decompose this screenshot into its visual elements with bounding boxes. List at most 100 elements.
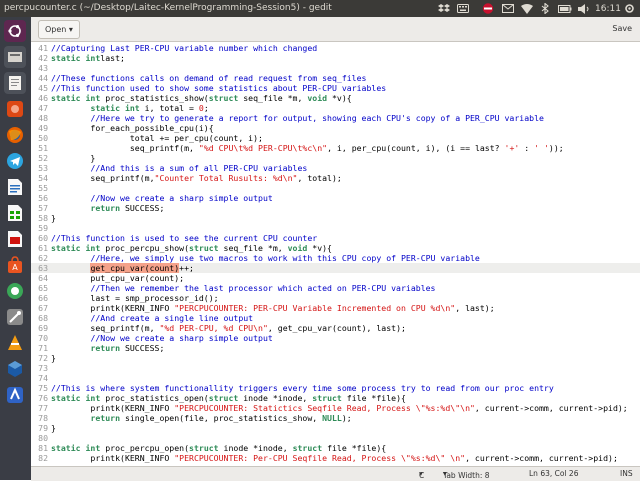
- code-line[interactable]: 46 static int proc_statistics_show(struct…: [31, 93, 640, 103]
- code-line[interactable]: 77 printk(KERN_INFO "PERCPUCOUNTER: Stat…: [31, 403, 640, 413]
- code-line[interactable]: 75//This is where system functionallity …: [31, 383, 640, 393]
- code-token: , last);: [455, 303, 495, 313]
- keyboard-icon[interactable]: [456, 1, 470, 16]
- code-line[interactable]: 63 get_cpu_var(count)++;: [31, 263, 640, 273]
- code-line[interactable]: 45//This function used to show some stat…: [31, 83, 640, 93]
- code-text: seq_printf(m, "%d CPU\t%d PER-CPU\t%c\n"…: [51, 143, 564, 153]
- power-gear-icon[interactable]: [622, 1, 636, 16]
- code-line[interactable]: 44//These functions calls on demand of r…: [31, 73, 640, 83]
- code-token: return: [90, 343, 121, 353]
- files-icon[interactable]: [4, 46, 26, 68]
- calc-icon[interactable]: [4, 202, 26, 224]
- writer-icon[interactable]: [4, 176, 26, 198]
- code-line[interactable]: 73: [31, 363, 640, 373]
- code-line[interactable]: 79}: [31, 423, 640, 433]
- software-center-icon[interactable]: A: [4, 254, 26, 276]
- svg-text:A: A: [12, 263, 18, 272]
- code-line[interactable]: 53 //And this is a sum of all PER-CPU va…: [31, 163, 640, 173]
- line-number: 63: [38, 263, 48, 273]
- vlc-icon[interactable]: [4, 332, 26, 354]
- top-panel: percpucounter.c (~/Desktop/Laitec-Kernel…: [0, 0, 640, 17]
- code-token: //These functions calls on demand of rea…: [51, 73, 367, 83]
- bluetooth-icon[interactable]: [538, 1, 552, 16]
- code-token: for_each_possible_cpu(i){: [51, 123, 214, 133]
- launcher: A: [0, 17, 31, 480]
- code-line[interactable]: 55: [31, 183, 640, 193]
- code-line[interactable]: 42 static intlast;: [31, 53, 640, 63]
- code-token: inode *inode,: [238, 393, 313, 403]
- code-line[interactable]: 80: [31, 433, 640, 443]
- window-title: percpucounter.c (~/Desktop/Laitec-Kernel…: [4, 3, 332, 13]
- code-line[interactable]: 56 //Now we create a sharp simple output: [31, 193, 640, 203]
- line-number: 70: [38, 333, 48, 343]
- network-wifi-icon[interactable]: [520, 1, 534, 16]
- code-text: total += per_cpu(count, i);: [51, 133, 263, 143]
- open-button[interactable]: Open ▾: [38, 20, 80, 39]
- green-app-icon[interactable]: [4, 280, 26, 302]
- code-line[interactable]: 54 seq_printf(m,"Counter Total Rusults: …: [31, 173, 640, 183]
- code-line[interactable]: 58}: [31, 213, 640, 223]
- code-line[interactable]: 82 printk(KERN_INFO "PERCPUCOUNTER: Per-…: [31, 453, 640, 463]
- code-line[interactable]: 52 }: [31, 153, 640, 163]
- code-token: file *file){: [322, 443, 387, 453]
- code-editor[interactable]: 41//Capturing Last PER-CPU variable numb…: [31, 42, 640, 466]
- code-line[interactable]: 76 static int proc_statistics_open(struct…: [31, 393, 640, 403]
- code-line[interactable]: 61 static int proc_percpu_show(struct seq…: [31, 243, 640, 253]
- code-line[interactable]: 78 return single_open(file, proc_statist…: [31, 413, 640, 423]
- firefox-icon[interactable]: [4, 124, 26, 146]
- code-token: static int: [51, 93, 101, 103]
- clock[interactable]: 16:11: [595, 1, 621, 16]
- telegram-icon[interactable]: [4, 150, 26, 172]
- save-button[interactable]: Save: [612, 20, 632, 37]
- battery-icon[interactable]: [557, 1, 573, 16]
- code-line[interactable]: 59: [31, 223, 640, 233]
- code-line[interactable]: 65 //Then we remember the last processor…: [31, 283, 640, 293]
- code-line[interactable]: 60//This function is used to see the cur…: [31, 233, 640, 243]
- code-line[interactable]: 69 seq_printf(m, "%d PER-CPU, %d CPU\n",…: [31, 323, 640, 333]
- code-line[interactable]: 68 //And create a single line output: [31, 313, 640, 323]
- impress-icon[interactable]: [4, 228, 26, 250]
- code-line[interactable]: 47 static int i, total = 0;: [31, 103, 640, 113]
- code-text: //These functions calls on demand of rea…: [51, 73, 366, 83]
- line-number: 57: [38, 203, 48, 213]
- code-line[interactable]: 66 last = smp_processor_id();: [31, 293, 640, 303]
- code-token: proc_percpu_show(: [100, 243, 190, 253]
- code-line[interactable]: 57 return SUCCESS;: [31, 203, 640, 213]
- settings-icon[interactable]: [4, 306, 26, 328]
- text-editor-icon[interactable]: [4, 72, 26, 94]
- ubuntu-logo-icon[interactable]: [4, 20, 26, 42]
- code-token: seq_file *m,: [218, 243, 288, 253]
- line-number: 82: [38, 453, 48, 463]
- code-line[interactable]: 72}: [31, 353, 640, 363]
- code-token: struct: [208, 93, 239, 103]
- code-line[interactable]: 64 put_cpu_var(count);: [31, 273, 640, 283]
- code-line[interactable]: 50 total += per_cpu(count, i);: [31, 133, 640, 143]
- code-line[interactable]: 48 //Here we try to generate a report fo…: [31, 113, 640, 123]
- code-line[interactable]: 74: [31, 373, 640, 383]
- dropbox-icon[interactable]: [437, 1, 451, 16]
- code-line[interactable]: 67 printk(KERN_INFO "PERCPUCOUNTER: PER-…: [31, 303, 640, 313]
- code-line[interactable]: 71 return SUCCESS;: [31, 343, 640, 353]
- mail-icon[interactable]: [501, 1, 515, 16]
- app-red-icon[interactable]: [4, 98, 26, 120]
- line-number: 58: [38, 213, 48, 223]
- code-text: //And create a single line output: [51, 313, 253, 323]
- code-line[interactable]: 81 static int proc_percpu_open(struct ino…: [31, 443, 640, 453]
- code-line[interactable]: 70 //Now we create a sharp simple output: [31, 333, 640, 343]
- language-flag-icon[interactable]: [480, 1, 496, 16]
- code-line[interactable]: 43: [31, 63, 640, 73]
- code-line[interactable]: 62 //Here, we simply use two macros to w…: [31, 253, 640, 263]
- code-token: :: [519, 143, 535, 153]
- code-text: return SUCCESS;: [51, 343, 164, 353]
- code-token: printk(KERN_INFO: [51, 403, 175, 413]
- code-line[interactable]: 51 seq_printf(m, "%d CPU\t%d PER-CPU\t%c…: [31, 143, 640, 153]
- virtualbox-icon[interactable]: [4, 358, 26, 380]
- code-line[interactable]: 49 for_each_possible_cpu(i){: [31, 123, 640, 133]
- volume-icon[interactable]: [577, 1, 591, 16]
- language-selector[interactable]: C ▾: [419, 469, 424, 480]
- tab-width-selector[interactable]: Tab Width: 8 ▾: [443, 469, 490, 480]
- code-token: "%d CPU\t%d PER-CPU\t%c\n": [198, 143, 328, 153]
- blue-app-icon[interactable]: [4, 384, 26, 406]
- code-token: ;: [203, 103, 209, 113]
- code-line[interactable]: 41//Capturing Last PER-CPU variable numb…: [31, 43, 640, 53]
